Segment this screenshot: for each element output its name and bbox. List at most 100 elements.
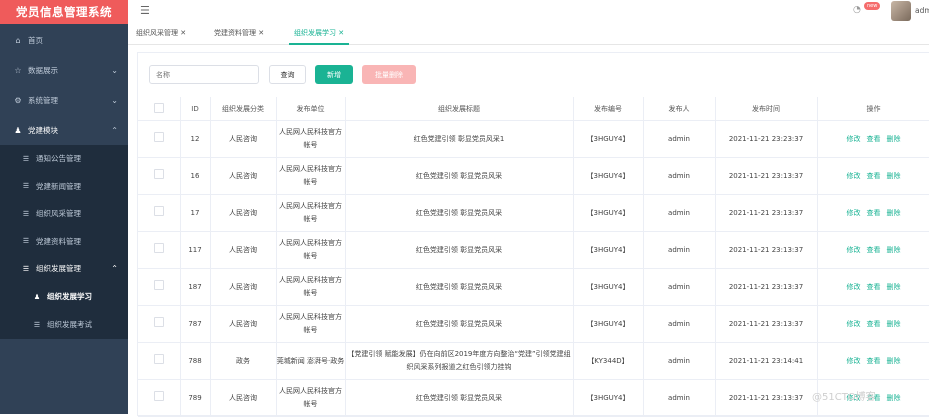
sidebar-item-style[interactable]: ☰ 组织风采管理 <box>0 200 128 228</box>
table-row: 16 人民咨询 人民网人民科技官方帐号 红色党建引领 彰显党员风采 【3HGUY4】 ad… <box>138 157 929 195</box>
cell-category: 人民咨询 <box>210 268 277 306</box>
row-checkbox[interactable] <box>138 305 181 343</box>
col-header-publisher: 发布人 <box>643 97 716 121</box>
sidebar-item-system[interactable]: ⚙ 系统管理 ⌄ <box>0 85 128 115</box>
cell-time: 2021-11-21 23:13:37 <box>715 268 818 306</box>
edit-link[interactable]: 修改 <box>847 357 861 365</box>
cell-code: 【3HGUY4】 <box>573 268 644 306</box>
sidebar-item-home[interactable]: ⌂ 首页 <box>0 25 128 55</box>
cell-id: 187 <box>180 268 211 306</box>
cell-title: 红色党建引领 彰显党员风采 <box>345 231 574 269</box>
bell-icon[interactable]: ◔ <box>853 5 861 15</box>
table-row: 117 人民咨询 人民网人民科技官方帐号 红色党建引领 彰显党员风采 【3HGUY4】 a… <box>138 231 929 269</box>
search-input[interactable] <box>149 65 259 84</box>
col-header-unit: 发布单位 <box>276 97 346 121</box>
delete-link[interactable]: 删除 <box>887 172 901 180</box>
cell-publisher: admin <box>643 305 716 343</box>
gear-icon: ⚙ <box>14 95 22 105</box>
cell-title: 红色党建引领 彰显党员风采 <box>345 194 574 232</box>
sidebar-item-dev-exam[interactable]: ☰ 组织发展考试 <box>0 311 128 339</box>
sidebar-item-notice[interactable]: ☰ 通知公告管理 <box>0 145 128 173</box>
sidebar-item-development[interactable]: ☰ 组织发展管理 ⌃ <box>0 255 128 283</box>
cell-category: 政务 <box>210 342 277 380</box>
delete-link[interactable]: 删除 <box>887 394 901 402</box>
cell-time: 2021-11-21 23:13:37 <box>715 379 818 417</box>
edit-link[interactable]: 修改 <box>847 209 861 217</box>
view-link[interactable]: 查看 <box>867 283 881 291</box>
edit-link[interactable]: 修改 <box>847 246 861 254</box>
cell-actions: 修改 查看 删除 <box>817 157 929 195</box>
cell-publisher: admin <box>643 379 716 417</box>
row-checkbox[interactable] <box>138 231 181 269</box>
view-link[interactable]: 查看 <box>867 172 881 180</box>
row-checkbox[interactable] <box>138 194 181 232</box>
query-button[interactable]: 查询 <box>269 65 306 84</box>
col-header-time: 发布时间 <box>715 97 818 121</box>
table-row: 187 人民咨询 人民网人民科技官方帐号 红色党建引领 彰显党员风采 【3HGUY4】 a… <box>138 268 929 306</box>
edit-link[interactable]: 修改 <box>847 320 861 328</box>
avatar[interactable] <box>891 1 911 21</box>
delete-link[interactable]: 删除 <box>887 246 901 254</box>
row-checkbox[interactable] <box>138 342 181 380</box>
cell-title: 红色党建引领 彰显党员风采 <box>345 157 574 195</box>
sidebar-item-label: 首页 <box>28 35 43 45</box>
cell-id: 788 <box>180 342 211 380</box>
close-icon[interactable]: ✕ <box>338 29 344 37</box>
sidebar-item-dev-study[interactable]: ♟ 组织发展学习 <box>0 283 128 311</box>
delete-link[interactable]: 删除 <box>887 209 901 217</box>
hamburger-icon[interactable]: ☰ <box>140 4 150 17</box>
delete-link[interactable]: 删除 <box>887 320 901 328</box>
tags-bar: 组织风采管理 ✕ 党建资料管理 ✕ 组织发展学习 ✕ <box>128 24 929 45</box>
edit-link[interactable]: 修改 <box>847 283 861 291</box>
cell-category: 人民咨询 <box>210 120 277 158</box>
cell-title: 红色党建引领 彰显党员风采1 <box>345 120 574 158</box>
cell-publisher: admin <box>643 342 716 380</box>
submenu: ☰ 通知公告管理 ☰ 党建新闻管理 ☰ 组织风采管理 ☰ 党建资料管理 ☰ 组织… <box>0 145 128 339</box>
select-all-checkbox[interactable] <box>138 97 181 121</box>
sidebar-item-data-display[interactable]: ☆ 数据展示 ⌄ <box>0 55 128 85</box>
cell-title: 红色党建引领 彰显党员风采 <box>345 268 574 306</box>
sidebar-item-materials[interactable]: ☰ 党建资料管理 <box>0 228 128 256</box>
row-checkbox[interactable] <box>138 120 181 158</box>
view-link[interactable]: 查看 <box>867 209 881 217</box>
sidebar-item-label: 党建资料管理 <box>36 236 81 246</box>
tab-materials[interactable]: 党建资料管理 ✕ <box>214 28 264 38</box>
edit-link[interactable]: 修改 <box>847 172 861 180</box>
tab-style[interactable]: 组织风采管理 ✕ <box>136 28 186 38</box>
sidebar-item-label: 系统管理 <box>28 95 58 105</box>
home-icon: ⌂ <box>15 35 21 45</box>
add-button[interactable]: 新增 <box>315 65 353 84</box>
cell-unit: 人民网人民科技官方帐号 <box>276 379 346 417</box>
row-checkbox[interactable] <box>138 157 181 195</box>
tab-label: 组织发展学习 <box>294 29 336 37</box>
app-title: 党员信息管理系统 <box>0 0 128 24</box>
view-link[interactable]: 查看 <box>867 320 881 328</box>
list-icon: ☰ <box>22 264 30 273</box>
chevron-up-icon: ⌃ <box>111 125 118 135</box>
cell-id: 117 <box>180 231 211 269</box>
cell-code: 【3HGUY4】 <box>573 231 644 269</box>
table-row: 789 人民咨询 人民网人民科技官方帐号 红色党建引领 彰显党员风采 【3HGUY4】 a… <box>138 379 929 417</box>
delete-link[interactable]: 删除 <box>887 135 901 143</box>
sidebar-item-news[interactable]: ☰ 党建新闻管理 <box>0 173 128 201</box>
col-header-code: 发布编号 <box>573 97 644 121</box>
batch-delete-button[interactable]: 批量删除 <box>362 65 416 84</box>
cell-category: 人民咨询 <box>210 231 277 269</box>
close-icon[interactable]: ✕ <box>258 29 264 37</box>
view-link[interactable]: 查看 <box>867 246 881 254</box>
close-icon[interactable]: ✕ <box>180 29 186 37</box>
row-checkbox[interactable] <box>138 268 181 306</box>
sidebar-item-party-module[interactable]: ♟ 党建模块 ⌃ <box>0 115 128 145</box>
delete-link[interactable]: 删除 <box>887 283 901 291</box>
username[interactable]: admin <box>915 6 929 15</box>
delete-link[interactable]: 删除 <box>887 357 901 365</box>
view-link[interactable]: 查看 <box>867 135 881 143</box>
tab-dev-study[interactable]: 组织发展学习 ✕ <box>288 28 350 45</box>
view-link[interactable]: 查看 <box>867 357 881 365</box>
cell-unit: 人民网人民科技官方帐号 <box>276 120 346 158</box>
new-badge: new <box>864 2 881 10</box>
cell-publisher: admin <box>643 120 716 158</box>
edit-link[interactable]: 修改 <box>847 135 861 143</box>
row-checkbox[interactable] <box>138 379 181 417</box>
cell-actions: 修改 查看 删除 <box>817 120 929 158</box>
